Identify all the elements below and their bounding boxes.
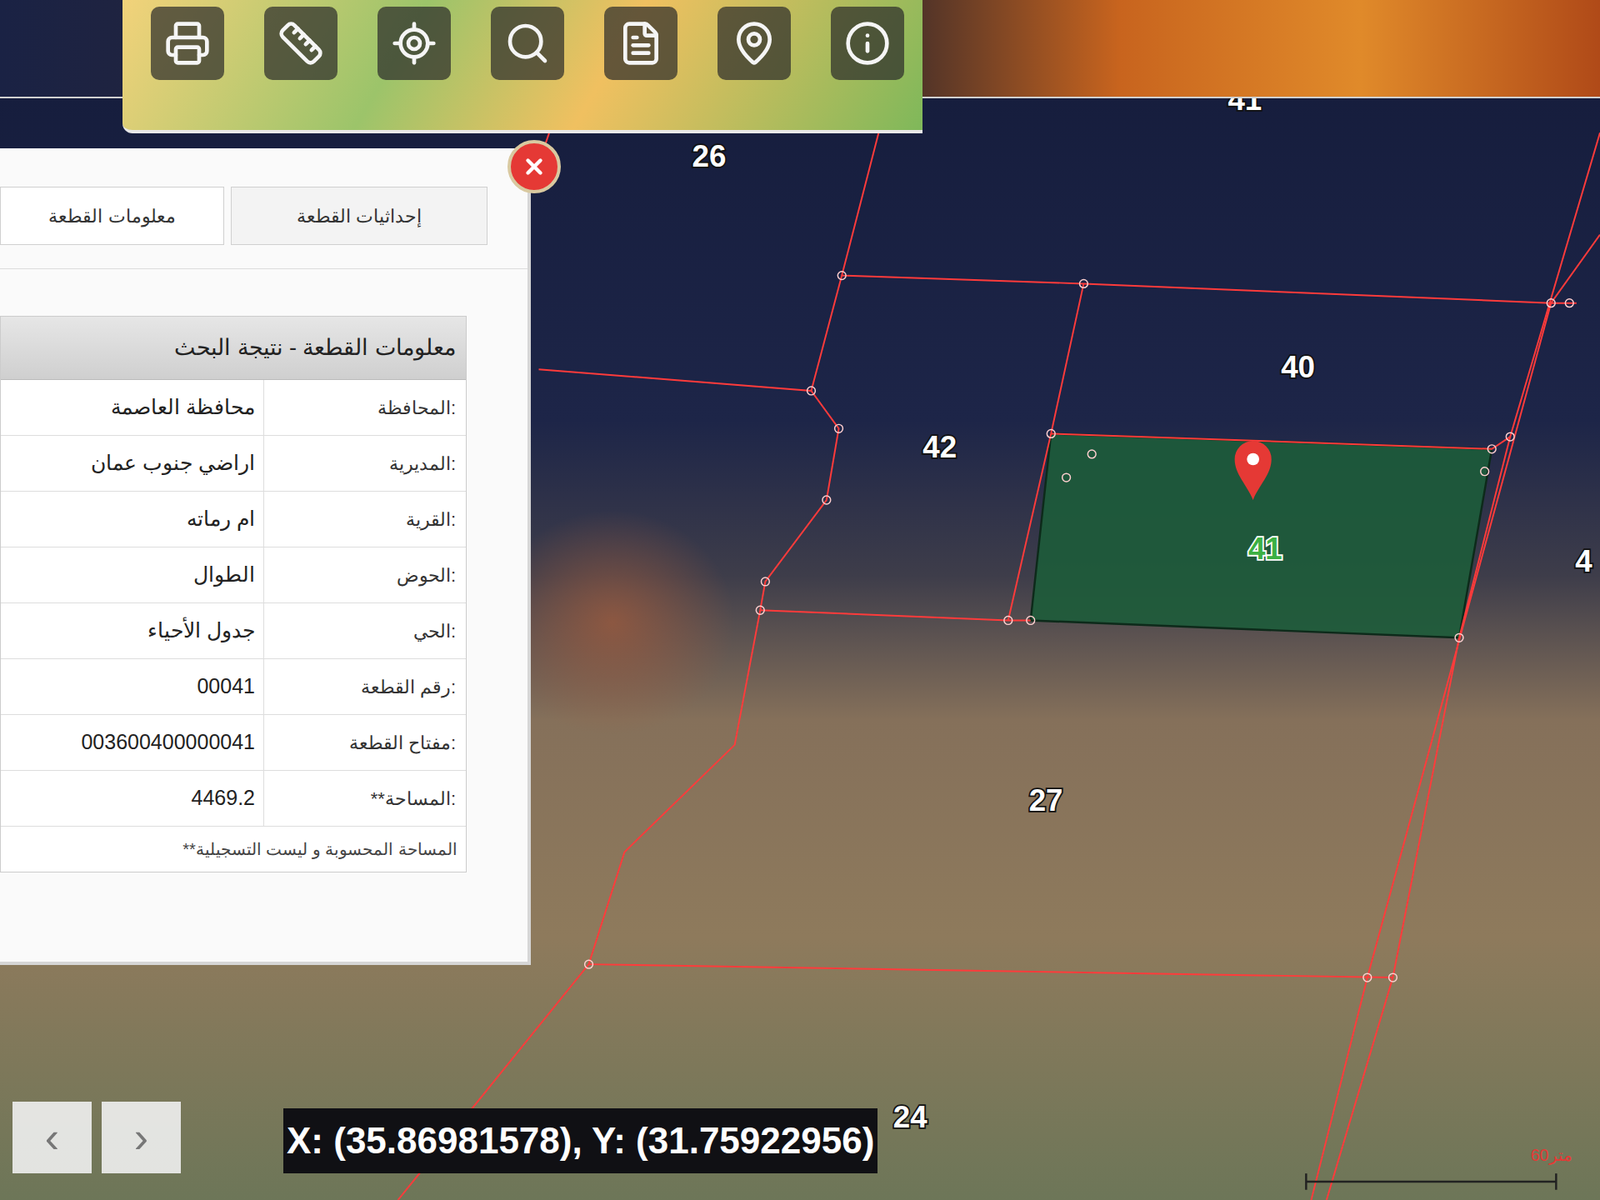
nav-buttons: ‹› <box>12 1101 181 1174</box>
row-label: الحي: <box>264 603 466 659</box>
scale-tick <box>1305 1173 1307 1190</box>
row-value: جدول الأحياء <box>0 603 265 659</box>
vertex-marker <box>1487 445 1496 454</box>
row-value: 00041 <box>0 659 265 715</box>
row-value: 4469.2 <box>0 770 265 826</box>
vertex-marker <box>1062 473 1071 482</box>
vertex-marker <box>1480 467 1490 476</box>
info-panel: إحداثيات القطعةمعلومات القطعةمعلومات الق… <box>0 148 531 965</box>
vertex-marker <box>822 495 831 505</box>
toolbar-button[interactable] <box>830 6 905 80</box>
row-value: اراضي جنوب عمان <box>0 435 265 491</box>
vertex-marker <box>1455 633 1464 642</box>
vertex-marker <box>1546 299 1555 308</box>
row-value: محافظة العاصمة <box>0 380 265 435</box>
table-row: محافظة العاصمةالمحافظة: <box>0 380 466 436</box>
table-row: جدول الأحياءالحي: <box>0 603 466 660</box>
table-row: ام رماتهالقرية: <box>0 491 466 548</box>
table-row: اراضي جنوب عمانالمديرية: <box>0 435 466 492</box>
toolbar-button[interactable] <box>604 6 678 80</box>
table-row: 00041رقم القطعة: <box>0 659 466 715</box>
vertex-marker <box>1004 616 1013 625</box>
table-row: 003600400000041مفتاح القطعة: <box>0 715 466 771</box>
location-pin-icon[interactable] <box>1235 440 1272 500</box>
tool-icon <box>164 20 211 67</box>
row-label: المديرية: <box>264 435 466 491</box>
parcel-boundary <box>841 275 1577 304</box>
table-title: معلومات القطعة - نتيجة البحث <box>0 316 466 380</box>
coordinates-display: X: (35.86981578), Y: (31.75922956) <box>283 1108 878 1174</box>
vertex-marker <box>755 605 765 615</box>
info-table: معلومات القطعة - نتيجة البحثمحافظة العاص… <box>0 315 467 873</box>
vertex-marker <box>835 424 844 433</box>
vertex-marker <box>837 271 846 280</box>
parcel-label[interactable]: 27 <box>1029 783 1064 818</box>
parcel-boundary <box>1008 283 1085 620</box>
tool-icon <box>730 20 778 67</box>
parcel-label[interactable]: 42 <box>922 430 957 465</box>
map-app: 41264042412724460مترإحداثيات القطعةمعلوم… <box>0 0 1600 1200</box>
tool-icon <box>844 20 891 67</box>
toolbar-button[interactable] <box>150 6 225 80</box>
close-button[interactable] <box>507 140 561 194</box>
row-value: ام رماته <box>0 491 265 547</box>
table-row: 4469.2**المساحة: <box>0 770 466 827</box>
vertex-marker <box>760 577 770 586</box>
toolbar <box>122 0 923 134</box>
toolbar-button[interactable] <box>264 6 338 80</box>
parcel-boundary <box>589 964 1394 978</box>
row-label: القرية: <box>264 491 466 547</box>
scale-bar <box>1305 1180 1556 1183</box>
vertex-marker <box>1026 616 1035 625</box>
tool-icon <box>390 20 438 67</box>
vertex-marker <box>1046 430 1055 439</box>
nav-button[interactable]: ‹ <box>12 1101 92 1174</box>
parcel-boundary <box>810 117 883 391</box>
vertex-marker <box>1565 299 1574 308</box>
parcel-boundary <box>1050 433 1510 449</box>
tab-bar: إحداثيات القطعةمعلومات القطعة <box>0 148 528 270</box>
vertex-marker <box>1389 973 1398 982</box>
tool-icon <box>277 20 325 67</box>
selected-parcel[interactable] <box>1030 433 1492 638</box>
row-label: **المساحة: <box>264 770 466 826</box>
parcel-label[interactable]: 26 <box>692 139 727 174</box>
vertex-marker <box>1505 432 1515 441</box>
parcel-label[interactable]: 24 <box>893 1100 928 1135</box>
tool-icon <box>617 20 665 67</box>
vertex-marker <box>1080 280 1089 289</box>
vertex-marker <box>1363 973 1372 982</box>
parcel-boundary <box>1310 235 1600 1200</box>
scale-label: 60متر <box>1530 1145 1573 1165</box>
row-label: مفتاح القطعة: <box>264 715 466 770</box>
panel-tab[interactable]: معلومات القطعة <box>0 186 225 245</box>
row-value: الطوال <box>0 547 265 603</box>
toolbar-button[interactable] <box>490 6 565 80</box>
table-note: **المساحة المحسوبة و ليست التسجيلية <box>0 826 466 872</box>
row-value: 003600400000041 <box>0 715 265 770</box>
parcel-label[interactable]: 4 <box>1575 544 1593 579</box>
row-label: رقم القطعة: <box>264 659 466 715</box>
close-icon <box>521 154 547 180</box>
tool-icon <box>504 20 551 67</box>
parcel-label[interactable]: 41 <box>1248 531 1283 566</box>
vertex-marker <box>585 960 594 969</box>
vertex-marker <box>807 386 816 395</box>
parcel-boundary <box>760 610 1030 620</box>
toolbar-button[interactable] <box>717 6 791 80</box>
table-row: الطوالالحوض: <box>0 547 466 604</box>
nav-button[interactable]: › <box>101 1101 181 1174</box>
row-label: الحوض: <box>264 547 466 603</box>
scale-tick <box>1555 1173 1557 1190</box>
row-label: المحافظة: <box>264 380 466 435</box>
vertex-marker <box>1087 450 1096 459</box>
parcel-label[interactable]: 40 <box>1280 350 1315 385</box>
toolbar-button[interactable] <box>377 6 451 80</box>
panel-tab[interactable]: إحداثيات القطعة <box>230 186 488 245</box>
